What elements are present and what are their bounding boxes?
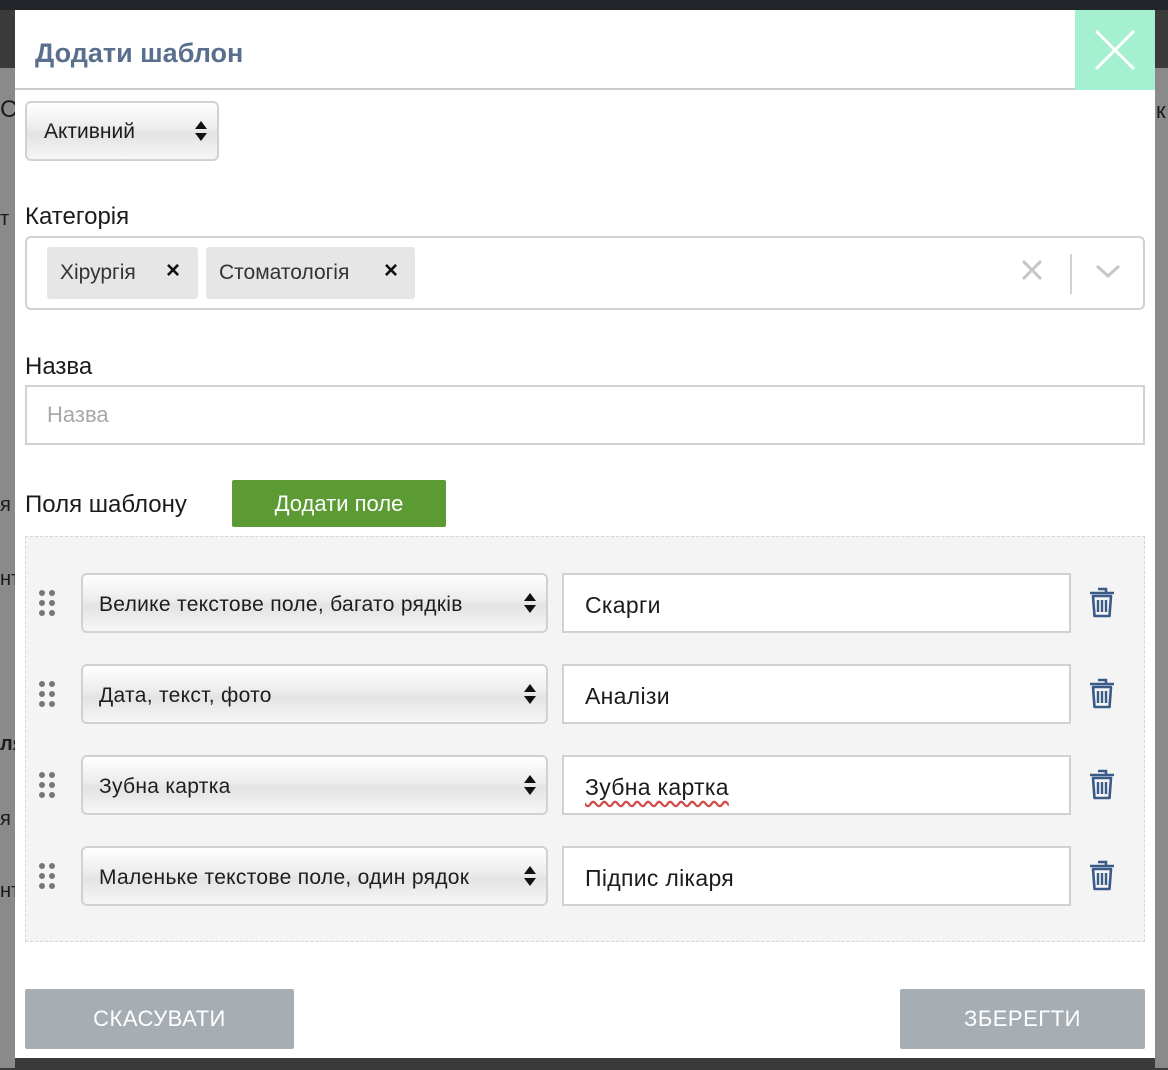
background-text: я xyxy=(0,494,11,516)
template-fields-label: Поля шаблону xyxy=(25,491,187,518)
select-arrows-icon xyxy=(524,593,536,615)
chip-label: Хірургія xyxy=(60,261,136,284)
field-type-select[interactable]: Дата, текст, фото xyxy=(81,664,548,724)
status-select[interactable]: Активний xyxy=(25,101,219,161)
chip-label: Стоматологія xyxy=(219,261,350,284)
select-arrows-icon xyxy=(195,121,207,143)
field-name-value: Аналізи xyxy=(585,683,670,709)
field-row: Дата, текст, фото Аналізи xyxy=(26,664,1144,724)
close-icon xyxy=(1094,29,1136,71)
field-type-value: Дата, текст, фото xyxy=(99,684,272,707)
modal-header: Додати шаблон xyxy=(15,10,1155,90)
field-name-value: Скарги xyxy=(585,592,661,618)
chevron-down-icon[interactable] xyxy=(1095,263,1121,279)
field-name-input[interactable]: Підпис лікаря xyxy=(562,846,1071,906)
add-field-button[interactable]: Додати поле xyxy=(232,480,446,527)
background-text: к xyxy=(1156,98,1166,123)
trash-icon[interactable] xyxy=(1088,769,1116,801)
status-select-value: Активний xyxy=(44,120,135,143)
background-text: т xyxy=(0,208,10,230)
modal-title: Додати шаблон xyxy=(35,38,244,68)
name-label: Назва xyxy=(25,353,93,380)
field-type-value: Зубна картка xyxy=(99,775,231,798)
field-type-value: Велике текстове поле, багато рядків xyxy=(99,593,463,616)
field-type-select[interactable]: Велике текстове поле, багато рядків xyxy=(81,573,548,633)
template-fields-list: Велике текстове поле, багато рядків Скар… xyxy=(25,536,1145,942)
remove-chip-icon[interactable]: × xyxy=(166,257,180,285)
background-topbar xyxy=(0,0,1168,10)
clear-all-icon[interactable] xyxy=(1021,259,1043,281)
close-button[interactable] xyxy=(1075,10,1155,90)
select-divider xyxy=(1070,254,1072,294)
field-type-value: Маленьке текстове поле, один рядок xyxy=(99,866,470,889)
drag-handle-icon[interactable] xyxy=(38,589,56,617)
field-row: Зубна картка Зубна картка xyxy=(26,755,1144,815)
drag-handle-icon[interactable] xyxy=(38,680,56,708)
template-name-input[interactable] xyxy=(25,385,1145,445)
field-name-input[interactable]: Скарги xyxy=(562,573,1071,633)
trash-icon[interactable] xyxy=(1088,587,1116,619)
background-page-right xyxy=(1155,68,1168,1068)
remove-chip-icon[interactable]: × xyxy=(384,257,398,285)
trash-icon[interactable] xyxy=(1088,860,1116,892)
cancel-button[interactable]: СКАСУВАТИ xyxy=(25,989,294,1049)
select-arrows-icon xyxy=(524,866,536,888)
category-label: Категорія xyxy=(25,203,130,230)
background-text: я xyxy=(0,808,11,830)
save-button[interactable]: ЗБЕРЕГТИ xyxy=(900,989,1145,1049)
field-row: Велике текстове поле, багато рядків Скар… xyxy=(26,573,1144,633)
select-arrows-icon xyxy=(524,775,536,797)
drag-handle-icon[interactable] xyxy=(38,771,56,799)
trash-icon[interactable] xyxy=(1088,678,1116,710)
add-template-modal: Додати шаблон Активний Категорія Хірургі… xyxy=(15,10,1155,1058)
field-type-select[interactable]: Маленьке текстове поле, один рядок xyxy=(81,846,548,906)
field-name-input[interactable]: Зубна картка xyxy=(562,755,1071,815)
select-arrows-icon xyxy=(524,684,536,706)
drag-handle-icon[interactable] xyxy=(38,862,56,890)
field-name-value: Підпис лікаря xyxy=(585,865,735,891)
field-name-input[interactable]: Аналізи xyxy=(562,664,1071,724)
category-chip: Стоматологія × xyxy=(206,247,415,299)
field-type-select[interactable]: Зубна картка xyxy=(81,755,548,815)
category-multiselect[interactable]: Хірургія × Стоматологія × xyxy=(25,236,1145,310)
field-row: Маленьке текстове поле, один рядок Підпи… xyxy=(26,846,1144,906)
category-chip: Хірургія × xyxy=(47,247,198,299)
field-name-value: Зубна картка xyxy=(585,774,729,800)
